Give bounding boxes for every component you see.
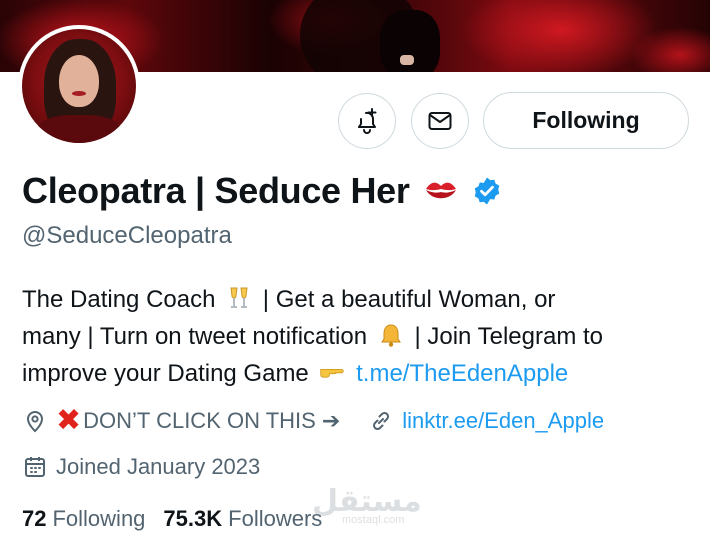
display-name: Cleopatra | Seduce Her [22,170,410,211]
following-stat[interactable]: 72 Following [22,506,145,532]
profile-bio: The Dating Coach | Get a beautiful Woman… [22,281,702,392]
verified-badge-icon[interactable] [472,176,502,206]
bio-text: improve your Dating Game [22,360,309,387]
bio-text: The Dating Coach [22,286,216,313]
location-pin-icon [26,411,44,433]
profile-name-row: Cleopatra | Seduce Her [22,170,502,212]
cross-mark-icon: ✖ [56,404,82,437]
following-button[interactable]: Following [483,92,689,149]
bell-emoji-icon [380,324,401,347]
calendar-icon [25,457,45,477]
following-count: 72 [22,506,47,531]
bio-text: | Get a beautiful Woman, or [262,286,556,313]
bio-telegram-link[interactable]: t.me/TheEdenApple [356,360,568,387]
bell-plus-icon [358,108,377,134]
location-text: DON’T CLICK ON THIS [83,408,316,433]
notifications-button[interactable] [338,93,396,149]
mail-icon [428,112,452,130]
joined-text: Joined January 2023 [56,454,261,479]
avatar-frame[interactable] [18,25,140,147]
followers-label: Followers [228,506,323,531]
watermark: مستقل mostaql.com [312,484,422,530]
link-icon [373,411,390,431]
arrow-icon: ➔ [321,408,341,433]
following-label: Following [52,506,146,531]
joined-row: Joined January 2023 [22,454,260,480]
website-link[interactable]: linktr.ee/Eden_Apple [402,408,604,434]
profile-handle: @SeduceCleopatra [22,222,232,249]
message-button[interactable] [411,93,469,149]
avatar[interactable] [22,29,136,143]
followers-stat[interactable]: 75.3K Followers [163,506,322,532]
banner-detail [400,55,414,65]
profile-meta: ✖ DON’T CLICK ON THIS ➔ linktr.ee/Eden_A… [22,406,604,436]
pointing-hand-icon [320,368,345,378]
followers-count: 75.3K [163,506,223,531]
watermark-url: mostaql.com [342,514,405,526]
website-item[interactable]: linktr.ee/Eden_Apple [368,408,604,434]
bio-text: many | Turn on tweet notification [22,323,368,350]
kiss-lips-icon [425,182,456,199]
champagne-icon [230,287,248,308]
follow-stats: 72 Following 75.3K Followers [22,506,322,532]
bio-text: | Join Telegram to [414,323,603,350]
